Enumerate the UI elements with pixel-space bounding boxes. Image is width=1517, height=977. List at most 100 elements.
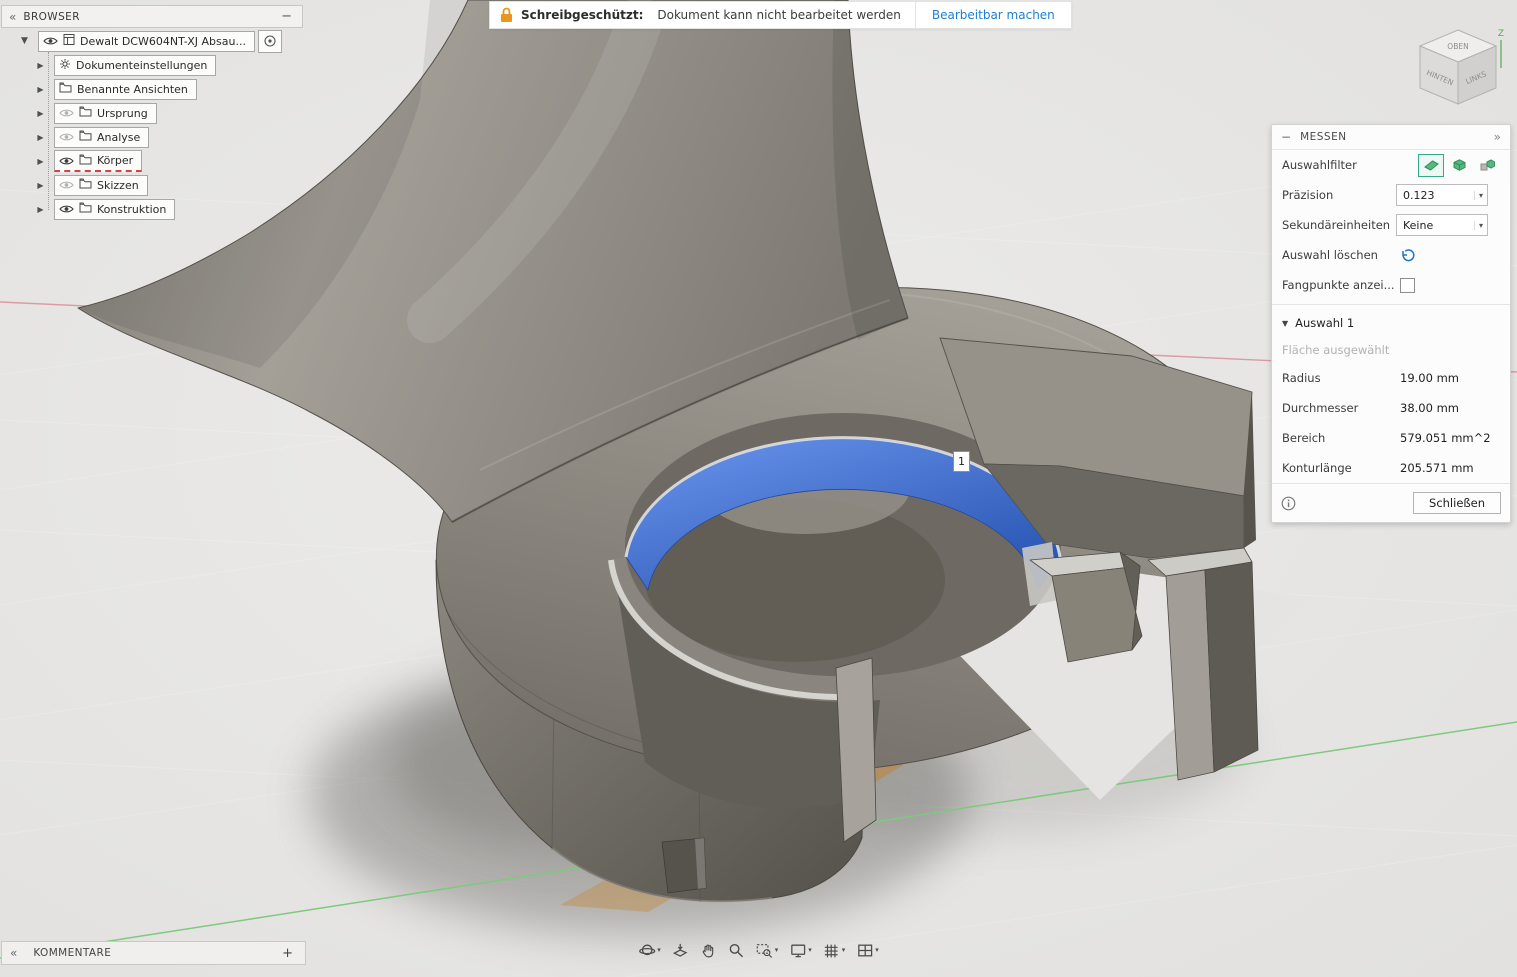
pan-tool-button[interactable]	[696, 937, 721, 963]
tree-node-bodies[interactable]: Körper	[54, 150, 143, 172]
visibility-eye-icon[interactable]	[59, 204, 74, 214]
tree-node-label: Konstruktion	[97, 202, 167, 216]
dropdown-caret-icon: ▾	[774, 946, 779, 954]
gear-icon	[59, 58, 71, 73]
display-settings-button[interactable]: ▾	[785, 937, 816, 963]
clear-selection-label: Auswahl löschen	[1282, 248, 1378, 262]
zoom-tool-button[interactable]	[724, 937, 749, 963]
orbit-tool-button[interactable]: ▾	[634, 937, 665, 963]
selection-group-header[interactable]: ▼ Auswahl 1	[1272, 309, 1510, 337]
visibility-eye-icon[interactable]	[59, 108, 74, 118]
component-filter-button[interactable]	[1474, 154, 1500, 177]
undo-icon	[1402, 249, 1415, 262]
close-button[interactable]: Schließen	[1413, 492, 1501, 514]
body-filter-icon	[1453, 159, 1465, 171]
expand-chevron-icon[interactable]: ▶	[34, 109, 47, 118]
face-filter-button[interactable]	[1418, 153, 1444, 177]
expand-chevron-icon[interactable]: ▶	[34, 205, 47, 214]
browser-header: « BROWSER −	[1, 5, 303, 28]
readonly-banner: Schreibgeschützt: Dokument kann nicht be…	[489, 1, 1072, 29]
dock-left-icon[interactable]: «	[9, 10, 16, 24]
zoom-icon	[729, 943, 744, 957]
tree-node-root[interactable]: Dewalt DCW604NT-XJ Absau...	[38, 30, 255, 52]
tree-node-label: Ursprung	[97, 106, 148, 120]
metric-row-area: Bereich 579.051 mm^2	[1282, 431, 1491, 445]
lock-icon	[500, 7, 513, 23]
tree-node-sketches[interactable]: Skizzen	[54, 174, 148, 196]
precision-label: Präzision	[1282, 188, 1334, 202]
expand-chevron-icon[interactable]: ▶	[34, 133, 47, 142]
window-zoom-icon	[756, 943, 773, 958]
collapse-icon[interactable]: −	[1281, 130, 1291, 144]
expand-chevron-icon[interactable]: ▶	[34, 61, 47, 70]
measure-panel-footer: Schließen	[1272, 483, 1510, 522]
component-filter-icon	[1480, 159, 1495, 171]
add-comment-button[interactable]: +	[282, 946, 293, 961]
info-icon[interactable]	[1281, 496, 1296, 511]
folder-icon	[59, 82, 72, 96]
secondary-units-select[interactable]: Keine ▾	[1396, 214, 1488, 236]
look-at-tool-button[interactable]	[668, 937, 693, 963]
tree-node-origin[interactable]: Ursprung	[54, 102, 157, 124]
tree-node-label: Analyse	[97, 130, 141, 144]
comments-bar: « KOMMENTARE +	[1, 941, 306, 965]
overflow-icon[interactable]: »	[1494, 130, 1501, 144]
viewcube[interactable]: OBEN HINTEN LINKS Z	[1402, 10, 1517, 122]
visibility-eye-icon[interactable]	[59, 132, 74, 142]
tree-node-label: Dewalt DCW604NT-XJ Absau...	[80, 34, 246, 48]
comments-title: KOMMENTARE	[33, 947, 112, 959]
viewcube-top-label: OBEN	[1447, 42, 1468, 51]
tree-node-construction[interactable]: Konstruktion	[54, 198, 176, 220]
viewports-icon	[857, 944, 872, 956]
precision-select[interactable]: 0.123 ▾	[1396, 184, 1488, 206]
body-filter-button[interactable]	[1446, 154, 1472, 177]
make-editable-link[interactable]: Bearbeitbar machen	[916, 8, 1071, 22]
tree-node-analysis-row: ▶ Analyse	[0, 125, 282, 149]
selection-subtitle: Fläche ausgewählt	[1282, 343, 1390, 357]
metric-row-diameter: Durchmesser 38.00 mm	[1282, 401, 1459, 415]
expand-chevron-icon[interactable]: ▶	[34, 157, 47, 166]
snap-points-checkbox[interactable]	[1400, 277, 1415, 293]
expand-chevron-icon[interactable]: ▶	[34, 181, 47, 190]
folder-icon	[79, 178, 92, 192]
visibility-eye-icon[interactable]	[59, 180, 74, 190]
folder-icon	[79, 106, 92, 120]
readonly-title: Schreibgeschützt:	[521, 8, 644, 22]
secondary-units-value: Keine	[1403, 218, 1434, 232]
dock-left-icon[interactable]: «	[10, 946, 17, 960]
tree-node-root-row: ▼ Dewalt DCW604NT-XJ Absau...	[0, 29, 282, 53]
snap-points-label: Fangpunkte anzei...	[1282, 278, 1395, 292]
precision-value: 0.123	[1403, 188, 1435, 202]
tree-node-analysis[interactable]: Analyse	[54, 126, 150, 148]
tree-node-named-views-row: ▶ Benannte Ansichten	[0, 77, 282, 101]
clear-selection-button[interactable]	[1400, 248, 1416, 262]
grid-snaps-button[interactable]: ▾	[819, 937, 850, 963]
display-settings-icon	[790, 944, 805, 957]
tree-node-document-settings[interactable]: Dokumenteinstellungen	[54, 54, 217, 76]
window-zoom-tool-button[interactable]: ▾	[752, 937, 783, 963]
clear-selection-row: Auswahl löschen	[1272, 240, 1510, 270]
tree-node-named-views[interactable]: Benannte Ansichten	[54, 78, 197, 100]
metric-row-contour-length: Konturlänge 205.571 mm	[1282, 461, 1474, 475]
viewports-button[interactable]: ▾	[852, 937, 883, 963]
visibility-eye-icon[interactable]	[43, 36, 58, 46]
expand-chevron-icon[interactable]: ▶	[34, 85, 47, 94]
selection-header-label: Auswahl 1	[1295, 316, 1355, 330]
collapse-chevron-icon[interactable]: ▼	[18, 36, 31, 46]
measure-panel-title: MESSEN	[1300, 131, 1347, 143]
grid-snaps-icon	[824, 944, 838, 957]
secondary-units-label: Sekundäreinheiten	[1282, 218, 1391, 232]
browser-tree: ▼ Dewalt DCW604NT-XJ Absau... ▶ Dokument…	[0, 29, 282, 221]
secondary-units-row: Sekundäreinheiten Keine ▾	[1272, 210, 1510, 240]
visibility-eye-icon[interactable]	[59, 156, 74, 166]
snap-points-row: Fangpunkte anzei...	[1272, 270, 1510, 300]
measure-panel-header[interactable]: − MESSEN »	[1272, 125, 1510, 150]
chevron-down-icon: ▾	[1473, 190, 1487, 200]
folder-icon	[79, 202, 92, 216]
browser-minimize-button[interactable]: −	[281, 10, 292, 23]
dropdown-caret-icon: ▾	[841, 946, 846, 954]
activate-component-button[interactable]	[257, 29, 282, 53]
dropdown-caret-icon: ▾	[657, 946, 661, 954]
tree-node-label: Skizzen	[97, 178, 139, 192]
folder-icon	[79, 130, 92, 144]
